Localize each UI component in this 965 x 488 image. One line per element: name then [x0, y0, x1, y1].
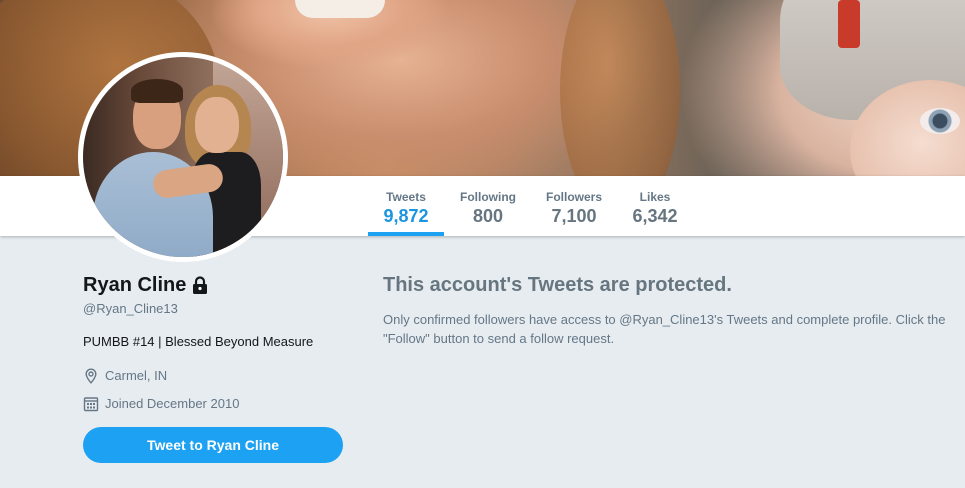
nav-following[interactable]: Following 800	[452, 176, 524, 236]
joined-text: Joined December 2010	[105, 396, 240, 411]
tweet-to-button[interactable]: Tweet to Ryan Cline	[83, 427, 343, 463]
protected-notice: This account's Tweets are protected. Onl…	[383, 272, 958, 348]
joined-row: Joined December 2010	[83, 395, 343, 413]
location-row: Carmel, IN	[83, 367, 343, 385]
nav-likes-count: 6,342	[632, 206, 678, 226]
name-row: Ryan Cline	[83, 270, 343, 300]
nav-followers-count: 7,100	[551, 206, 597, 226]
lock-icon	[192, 276, 208, 294]
profile-card: Ryan Cline @Ryan_Cline13 PUMBB #14 | Ble…	[83, 270, 343, 413]
nav-followers-label: Followers	[545, 190, 602, 204]
profile-name[interactable]: Ryan Cline	[83, 272, 186, 298]
nav-followers[interactable]: Followers 7,100	[538, 176, 610, 236]
calendar-icon	[83, 396, 99, 412]
nav-tweets-count: 9,872	[383, 206, 429, 226]
nav-following-count: 800	[472, 206, 504, 226]
profile-avatar[interactable]	[78, 52, 288, 262]
nav-following-label: Following	[460, 190, 516, 204]
profile-handle[interactable]: @Ryan_Cline13	[83, 300, 343, 318]
nav-tweets[interactable]: Tweets 9,872	[368, 176, 444, 236]
protected-body: Only confirmed followers have access to …	[383, 312, 946, 346]
nav-likes-label: Likes	[639, 190, 671, 204]
location-text: Carmel, IN	[105, 368, 168, 383]
profile-bio: PUMBB #14 | Blessed Beyond Measure	[83, 334, 314, 349]
nav-likes[interactable]: Likes 6,342	[622, 176, 688, 236]
nav-tweets-label: Tweets	[386, 190, 426, 204]
avatar-photo	[83, 57, 283, 257]
protected-title: This account's Tweets are protected.	[383, 274, 732, 296]
location-pin-icon	[83, 368, 99, 384]
